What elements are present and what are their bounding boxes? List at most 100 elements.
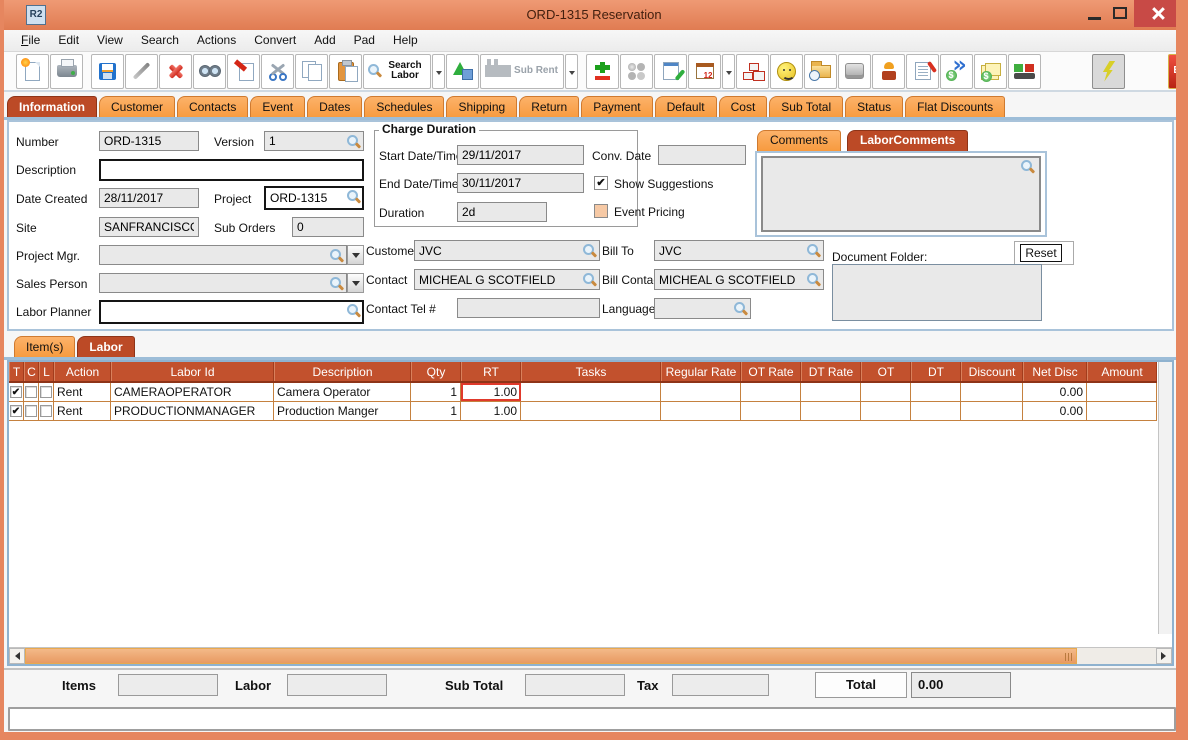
row2-rt[interactable]: 1.00 xyxy=(461,402,521,420)
row2-ot-rate[interactable] xyxy=(741,402,801,420)
edit-button[interactable] xyxy=(125,54,158,89)
row2-regular-rate[interactable] xyxy=(661,402,741,420)
project-search-icon[interactable] xyxy=(347,190,361,204)
col-labor-id[interactable]: Labor Id xyxy=(111,362,274,381)
calendar-button[interactable] xyxy=(688,54,721,89)
add-remove-lines-button[interactable] xyxy=(586,54,619,89)
tab-information[interactable]: Information xyxy=(7,96,97,118)
bill-to-field[interactable] xyxy=(654,240,824,261)
row1-net-disc[interactable]: 0.00 xyxy=(1023,383,1087,401)
row1-dt-rate[interactable] xyxy=(801,383,861,401)
event-pricing-checkbox[interactable] xyxy=(594,204,608,218)
sales-person-dropdown[interactable] xyxy=(347,273,364,293)
copy-button[interactable] xyxy=(295,54,328,89)
sub-rent-dropdown[interactable] xyxy=(565,54,578,89)
menu-view[interactable]: View xyxy=(88,30,132,51)
labor-comments-box[interactable] xyxy=(761,156,1041,232)
row2-dt-rate[interactable] xyxy=(801,402,861,420)
group-items-button[interactable] xyxy=(620,54,653,89)
duration-field[interactable] xyxy=(457,202,547,222)
row2-tasks[interactable] xyxy=(521,402,661,420)
tab-sub-total[interactable]: Sub Total xyxy=(769,96,843,118)
vertical-scrollbar[interactable] xyxy=(1158,362,1172,634)
menu-file[interactable]: File xyxy=(12,30,49,51)
col-net-disc[interactable]: Net Disc xyxy=(1023,362,1087,381)
sub-rent-button[interactable]: Sub Rent xyxy=(480,54,564,89)
menu-add[interactable]: Add xyxy=(305,30,344,51)
row1-ot[interactable] xyxy=(861,383,911,401)
conv-date-field[interactable] xyxy=(658,145,746,165)
tab-cost[interactable]: Cost xyxy=(719,96,768,118)
show-suggestions-checkbox[interactable]: ✔ xyxy=(594,176,608,190)
tab-payment[interactable]: Payment xyxy=(581,96,652,118)
row2-check-l[interactable] xyxy=(39,402,54,420)
order-structure-button[interactable] xyxy=(736,54,769,89)
folder-clock-button[interactable] xyxy=(804,54,837,89)
row2-labor-id[interactable]: PRODUCTIONMANAGER xyxy=(111,402,274,420)
row1-action[interactable]: Rent xyxy=(54,383,111,401)
new-document-button[interactable] xyxy=(16,54,49,89)
menu-edit[interactable]: Edit xyxy=(49,30,88,51)
language-search-icon[interactable] xyxy=(734,302,748,316)
tab-status[interactable]: Status xyxy=(845,96,903,118)
row1-check-l[interactable] xyxy=(39,383,54,401)
col-ot[interactable]: OT xyxy=(861,362,911,381)
scrollbar-track[interactable] xyxy=(1077,648,1156,664)
calendar-dropdown[interactable] xyxy=(722,54,735,89)
notes-button[interactable] xyxy=(654,54,687,89)
col-l[interactable]: L xyxy=(39,362,54,381)
scrollbar-thumb[interactable] xyxy=(25,648,1077,664)
cut-button[interactable] xyxy=(261,54,294,89)
col-c[interactable]: C xyxy=(24,362,39,381)
row2-ot[interactable] xyxy=(861,402,911,420)
date-created-field[interactable] xyxy=(99,188,199,208)
print-button[interactable] xyxy=(50,54,83,89)
contact-search-icon[interactable] xyxy=(583,273,597,287)
row1-check-c[interactable] xyxy=(24,383,39,401)
table-row[interactable]: ✔ Rent PRODUCTIONMANAGER Production Mang… xyxy=(9,402,1157,421)
labor-planner-search-icon[interactable] xyxy=(347,304,361,318)
smiley-button[interactable] xyxy=(770,54,803,89)
description-field[interactable] xyxy=(99,159,364,181)
search-labor-button[interactable]: Search Labor xyxy=(363,54,431,89)
tab-event[interactable]: Event xyxy=(250,96,305,118)
menu-pad[interactable]: Pad xyxy=(345,30,384,51)
tab-dates[interactable]: Dates xyxy=(307,96,362,118)
project-mgr-search-icon[interactable] xyxy=(330,249,344,263)
row2-net-disc[interactable]: 0.00 xyxy=(1023,402,1087,420)
row1-discount[interactable] xyxy=(961,383,1023,401)
labor-planner-field[interactable] xyxy=(99,300,364,324)
col-dt[interactable]: DT xyxy=(911,362,961,381)
tab-shipping[interactable]: Shipping xyxy=(446,96,517,118)
reset-button[interactable]: Reset xyxy=(1020,244,1062,262)
version-search-icon[interactable] xyxy=(347,135,361,149)
row1-ot-rate[interactable] xyxy=(741,383,801,401)
menu-convert[interactable]: Convert xyxy=(245,30,305,51)
project-mgr-field[interactable] xyxy=(99,245,347,265)
total-value-field[interactable]: 0.00 xyxy=(911,672,1011,698)
tab-schedules[interactable]: Schedules xyxy=(364,96,444,118)
row1-regular-rate[interactable] xyxy=(661,383,741,401)
row2-dt[interactable] xyxy=(911,402,961,420)
row1-labor-id[interactable]: CAMERAOPERATOR xyxy=(111,383,274,401)
site-field[interactable] xyxy=(99,217,199,237)
menu-actions[interactable]: Actions xyxy=(188,30,245,51)
scroll-right-icon[interactable] xyxy=(1156,648,1172,664)
sales-person-field[interactable] xyxy=(99,273,347,293)
scroll-left-icon[interactable] xyxy=(9,648,25,664)
find-button[interactable] xyxy=(193,54,226,89)
col-dt-rate[interactable]: DT Rate xyxy=(801,362,861,381)
row1-rt-selected-cell[interactable]: 1.00 xyxy=(461,383,521,401)
edit-note-button[interactable] xyxy=(906,54,939,89)
dollar-forward-button[interactable] xyxy=(940,54,973,89)
row2-qty[interactable]: 1 xyxy=(411,402,461,420)
customer-search-icon[interactable] xyxy=(583,244,597,258)
col-rt[interactable]: RT xyxy=(461,362,521,381)
col-amount[interactable]: Amount xyxy=(1087,362,1157,381)
minimize-icon[interactable] xyxy=(1088,17,1101,20)
paste-button[interactable] xyxy=(329,54,362,89)
maximize-icon[interactable] xyxy=(1113,7,1127,19)
search-labor-dropdown[interactable] xyxy=(432,54,445,89)
contact-tel-field[interactable] xyxy=(457,298,600,318)
crew-button[interactable] xyxy=(872,54,905,89)
